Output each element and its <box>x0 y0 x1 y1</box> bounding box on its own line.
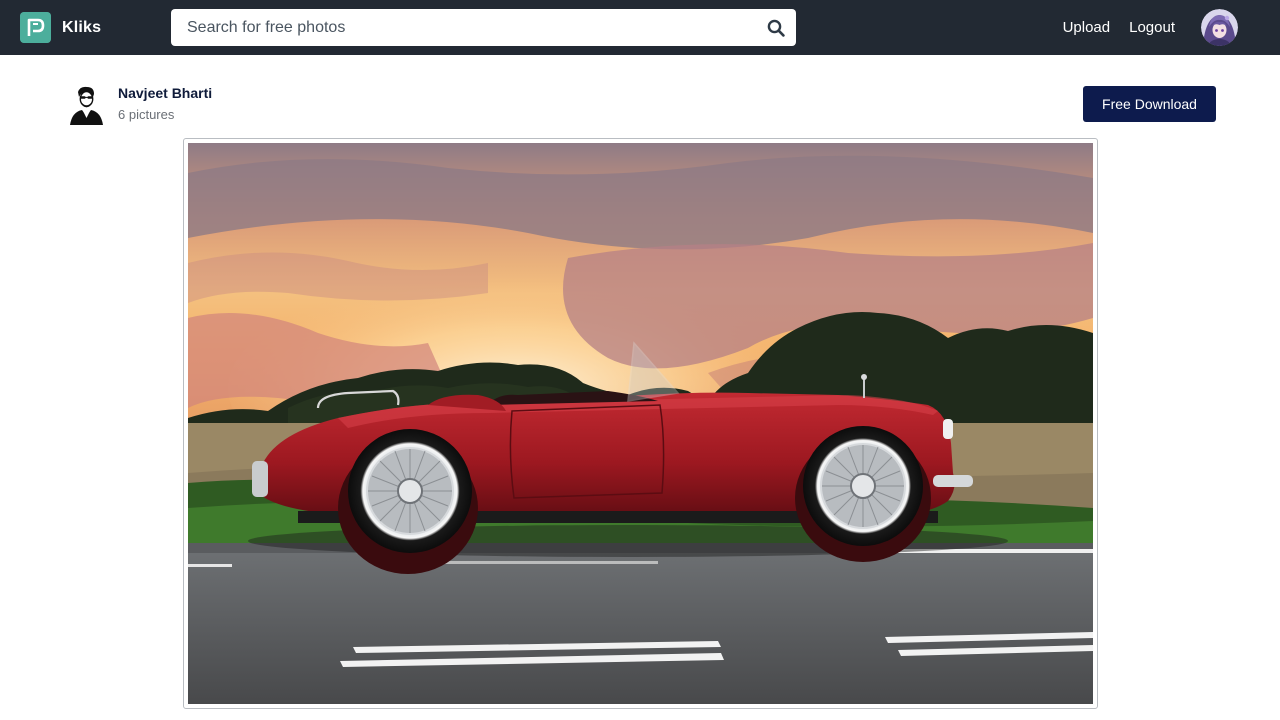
author-name[interactable]: Navjeet Bharti <box>118 85 212 101</box>
photo-frame <box>183 138 1098 709</box>
free-download-button[interactable]: Free Download <box>1083 86 1216 122</box>
search-icon <box>767 19 785 37</box>
brand-name: Kliks <box>62 18 102 36</box>
search-bar <box>171 9 796 46</box>
search-button[interactable] <box>756 9 796 46</box>
kliks-logo-icon <box>20 12 51 43</box>
brand-home-link[interactable]: Kliks <box>20 12 101 43</box>
author-meta: Navjeet Bharti 6 pictures <box>118 85 212 122</box>
logout-link[interactable]: Logout <box>1129 19 1175 36</box>
upload-link[interactable]: Upload <box>1063 19 1111 36</box>
author-picture-count: 6 pictures <box>118 107 175 122</box>
search-input[interactable] <box>171 9 756 46</box>
nav-right: Upload Logout <box>1063 9 1238 46</box>
main-photo <box>188 143 1093 704</box>
author-avatar <box>66 84 106 126</box>
top-navbar: Kliks Upload Logout <box>0 0 1280 55</box>
author-info: Navjeet Bharti 6 pictures <box>66 84 212 126</box>
user-avatar[interactable] <box>1201 9 1238 46</box>
